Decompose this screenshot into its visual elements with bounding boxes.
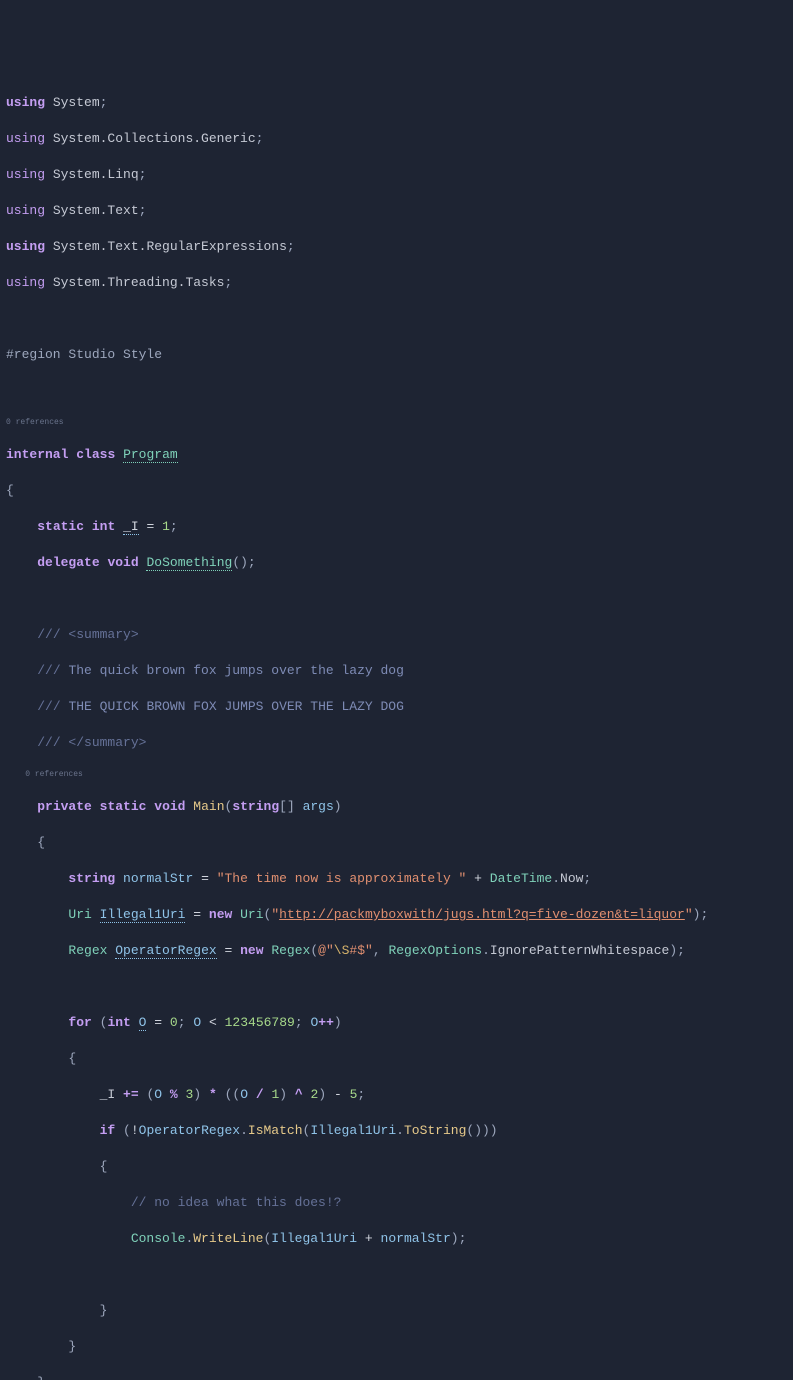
brace: { [0, 1158, 793, 1176]
code-line: _I += (O % 3) * ((O / 1) ^ 2) - 5; [0, 1086, 793, 1104]
codelens[interactable]: 0 references [0, 770, 793, 780]
blank-line [0, 1266, 793, 1284]
brace: { [0, 1050, 793, 1068]
code-line: private static void Main(string[] args) [0, 798, 793, 816]
class-name: Program [123, 447, 178, 463]
namespace: System [53, 95, 100, 110]
code-line: if (!OperatorRegex.IsMatch(Illegal1Uri.T… [0, 1122, 793, 1140]
doc-comment: /// </summary> [0, 734, 793, 752]
comment-line: // no idea what this does!? [0, 1194, 793, 1212]
field-name: _I [123, 519, 139, 535]
brace: } [0, 1302, 793, 1320]
codelens[interactable]: 0 references [0, 418, 793, 428]
keyword: using [6, 95, 45, 110]
doc-comment: /// <summary> [0, 626, 793, 644]
code-line: using System; [0, 94, 793, 112]
code-line: delegate void DoSomething(); [0, 554, 793, 572]
brace: { [0, 482, 793, 500]
code-line: using System.Text.RegularExpressions; [0, 238, 793, 256]
brace: } [0, 1374, 793, 1380]
code-line: using System.Threading.Tasks; [0, 274, 793, 292]
delegate-name: DoSomething [146, 555, 232, 571]
code-line: Console.WriteLine(Illegal1Uri + normalSt… [0, 1230, 793, 1248]
code-line: using System.Text; [0, 202, 793, 220]
region-start: #region Studio Style [0, 346, 793, 364]
blank-line [0, 978, 793, 996]
code-editor[interactable]: using System; using System.Collections.G… [0, 76, 793, 1380]
code-line: Regex OperatorRegex = new Regex(@"\S#$",… [0, 942, 793, 960]
blank-line [0, 590, 793, 608]
doc-comment: /// THE QUICK BROWN FOX JUMPS OVER THE L… [0, 698, 793, 716]
code-line: using System.Linq; [0, 166, 793, 184]
brace: { [0, 834, 793, 852]
doc-comment: /// The quick brown fox jumps over the l… [0, 662, 793, 680]
code-line: for (int O = 0; O < 123456789; O++) [0, 1014, 793, 1032]
code-line: internal class Program [0, 446, 793, 464]
method-name: Main [193, 799, 224, 814]
blank-line [0, 382, 793, 400]
code-line: using System.Collections.Generic; [0, 130, 793, 148]
brace: } [0, 1338, 793, 1356]
code-line: Uri Illegal1Uri = new Uri("http://packmy… [0, 906, 793, 924]
code-line: string normalStr = "The time now is appr… [0, 870, 793, 888]
blank-line [0, 310, 793, 328]
code-line: static int _I = 1; [0, 518, 793, 536]
